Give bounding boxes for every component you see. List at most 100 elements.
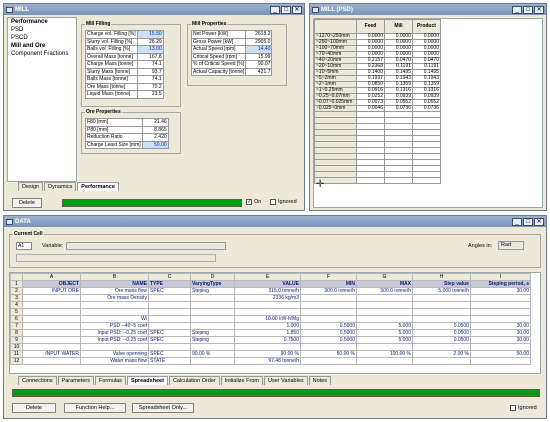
spreadsheet-cell[interactable]: [412, 294, 471, 302]
spreadsheet-cell[interactable]: [22, 343, 81, 351]
data-ignored-box[interactable]: [510, 405, 516, 411]
spreadsheet-column-header[interactable]: C: [148, 273, 191, 281]
property-value[interactable]: 15.50: [136, 30, 164, 39]
spreadsheet-cell[interactable]: [470, 343, 531, 351]
spreadsheet-cell[interactable]: [22, 322, 81, 330]
tab[interactable]: Spreadsheet: [126, 376, 168, 385]
spreadsheet-column-header[interactable]: D: [190, 273, 235, 281]
spreadsheet-cell[interactable]: MIN: [300, 280, 357, 288]
spreadsheet-cell[interactable]: [234, 343, 301, 351]
spreadsheet-cell[interactable]: 300.0 tonne/h: [300, 287, 357, 295]
spreadsheet-cell[interactable]: VALUE: [234, 280, 301, 288]
formula-field[interactable]: [16, 254, 216, 262]
spreadsheet-cell[interactable]: [412, 308, 471, 316]
tab[interactable]: Design: [18, 182, 44, 191]
spreadsheet-cell[interactable]: [356, 308, 413, 316]
psd-column-header[interactable]: Feed: [356, 19, 385, 34]
spreadsheet-column-header[interactable]: H: [412, 273, 471, 281]
spreadsheet-column-header[interactable]: F: [300, 273, 357, 281]
spreadsheet-cell[interactable]: [470, 357, 531, 365]
spreadsheet-cell[interactable]: 1.850: [234, 329, 301, 337]
spreadsheet-cell[interactable]: [190, 301, 235, 309]
angles-select[interactable]: Rad: [498, 241, 524, 250]
property-value[interactable]: 2.420: [141, 133, 169, 142]
spreadsheet-cell[interactable]: [190, 357, 235, 365]
spreadsheet-cell[interactable]: Steping: [190, 329, 235, 337]
spreadsheet-cell[interactable]: Water mass flow: [80, 357, 149, 365]
spreadsheet-cell[interactable]: 5.000 tonne/h: [412, 287, 471, 295]
maximize-button[interactable]: □: [281, 5, 291, 14]
property-value[interactable]: 14.40: [245, 45, 273, 54]
spreadsheet-cell[interactable]: [356, 357, 413, 365]
spreadsheet-cell[interactable]: [300, 357, 357, 365]
spreadsheet-cell[interactable]: 0.5000: [300, 322, 357, 330]
spreadsheet-cell[interactable]: [80, 343, 149, 351]
spreadsheet-cell[interactable]: Steping: [190, 287, 235, 295]
property-value[interactable]: 23.5: [136, 90, 164, 99]
spreadsheet-cell[interactable]: 30.00: [470, 336, 531, 344]
spreadsheet-cell[interactable]: TYPE: [148, 280, 191, 288]
spreadsheet-column-header[interactable]: A: [22, 273, 81, 281]
tab[interactable]: Performance: [77, 182, 119, 191]
tab[interactable]: Notes: [308, 376, 332, 385]
psd-column-header[interactable]: Product: [412, 19, 441, 34]
property-value[interactable]: 13.00: [136, 45, 164, 54]
spreadsheet-cell[interactable]: [470, 315, 531, 323]
property-value[interactable]: 93.7: [136, 67, 164, 76]
property-value[interactable]: 15.99: [245, 52, 273, 61]
spreadsheet-cell[interactable]: 0.0500: [412, 336, 471, 344]
data-delete-button[interactable]: Delete: [12, 403, 56, 413]
spreadsheet-cell[interactable]: 100.00 %: [356, 350, 413, 358]
spreadsheet-cell[interactable]: MAX: [356, 280, 413, 288]
spreadsheet-cell[interactable]: 0.0500: [412, 322, 471, 330]
spreadsheet-cell[interactable]: [22, 308, 81, 316]
spreadsheet-cell[interactable]: Input PSD: --0.25 coef: [80, 336, 149, 344]
property-value[interactable]: 8.865: [141, 125, 169, 134]
spreadsheet-cell[interactable]: NAME: [80, 280, 149, 288]
spreadsheet-cell[interactable]: [356, 294, 413, 302]
spreadsheet-cell[interactable]: SPEC: [148, 287, 191, 295]
spreadsheet-cell[interactable]: 315.0 tonne/h: [234, 287, 301, 295]
tab[interactable]: Connections: [18, 376, 57, 385]
spreadsheet-cell[interactable]: [190, 308, 235, 316]
spreadsheet-cell[interactable]: [22, 301, 81, 309]
psd-cell[interactable]: [412, 177, 441, 184]
spreadsheet-cell[interactable]: [22, 294, 81, 302]
spreadsheet-cell[interactable]: [300, 343, 357, 351]
property-value[interactable]: 2905.0: [245, 37, 273, 46]
spreadsheet-cell[interactable]: [412, 301, 471, 309]
spreadsheet-cell[interactable]: [300, 315, 357, 323]
property-value[interactable]: 90.07: [245, 60, 273, 69]
mill-ignored-checkbox[interactable]: Ignored: [270, 199, 297, 205]
close-button[interactable]: ✕: [534, 217, 544, 226]
spreadsheet-cell[interactable]: INPUT ORE: [22, 287, 81, 295]
spreadsheet-cell[interactable]: 500.0 tonne/h: [356, 287, 413, 295]
property-value[interactable]: 2618.2: [245, 30, 273, 39]
spreadsheet-cell[interactable]: [148, 301, 191, 309]
sidebar-item[interactable]: PSD: [8, 26, 76, 34]
spreadsheet-cell[interactable]: STATE: [148, 357, 191, 365]
spreadsheet-cell[interactable]: 97.48 tonne/h: [234, 357, 301, 365]
spreadsheet-cell[interactable]: [22, 329, 81, 337]
spreadsheet-cell[interactable]: [412, 315, 471, 323]
spreadsheet-cell[interactable]: SPEC: [148, 329, 191, 337]
tab[interactable]: Formulas: [95, 376, 126, 385]
on-checkbox[interactable]: ✓ On: [246, 199, 261, 205]
close-button[interactable]: ✕: [534, 5, 544, 14]
spreadsheet-cell[interactable]: [356, 343, 413, 351]
mill-titlebar[interactable]: MILL _ □ ✕: [4, 4, 304, 15]
spreadsheet-cell[interactable]: [190, 343, 235, 351]
minimize-button[interactable]: _: [512, 5, 522, 14]
property-value[interactable]: 28.29: [136, 37, 164, 46]
spreadsheet-cell[interactable]: [148, 308, 191, 316]
spreadsheet-cell[interactable]: 0.5000: [300, 329, 357, 337]
spreadsheet-cell[interactable]: [22, 357, 81, 365]
minimize-button[interactable]: _: [270, 5, 280, 14]
spreadsheet-column-header[interactable]: E: [234, 273, 301, 281]
maximize-button[interactable]: □: [523, 217, 533, 226]
spreadsheet-cell[interactable]: PSD --40~5 coef: [80, 322, 149, 330]
spreadsheet-cell[interactable]: 0.0500: [412, 329, 471, 337]
psd-titlebar[interactable]: MILL (PSD) _ □ ✕: [310, 4, 546, 15]
spreadsheet-cell[interactable]: [412, 343, 471, 351]
spreadsheet-cell[interactable]: [80, 301, 149, 309]
